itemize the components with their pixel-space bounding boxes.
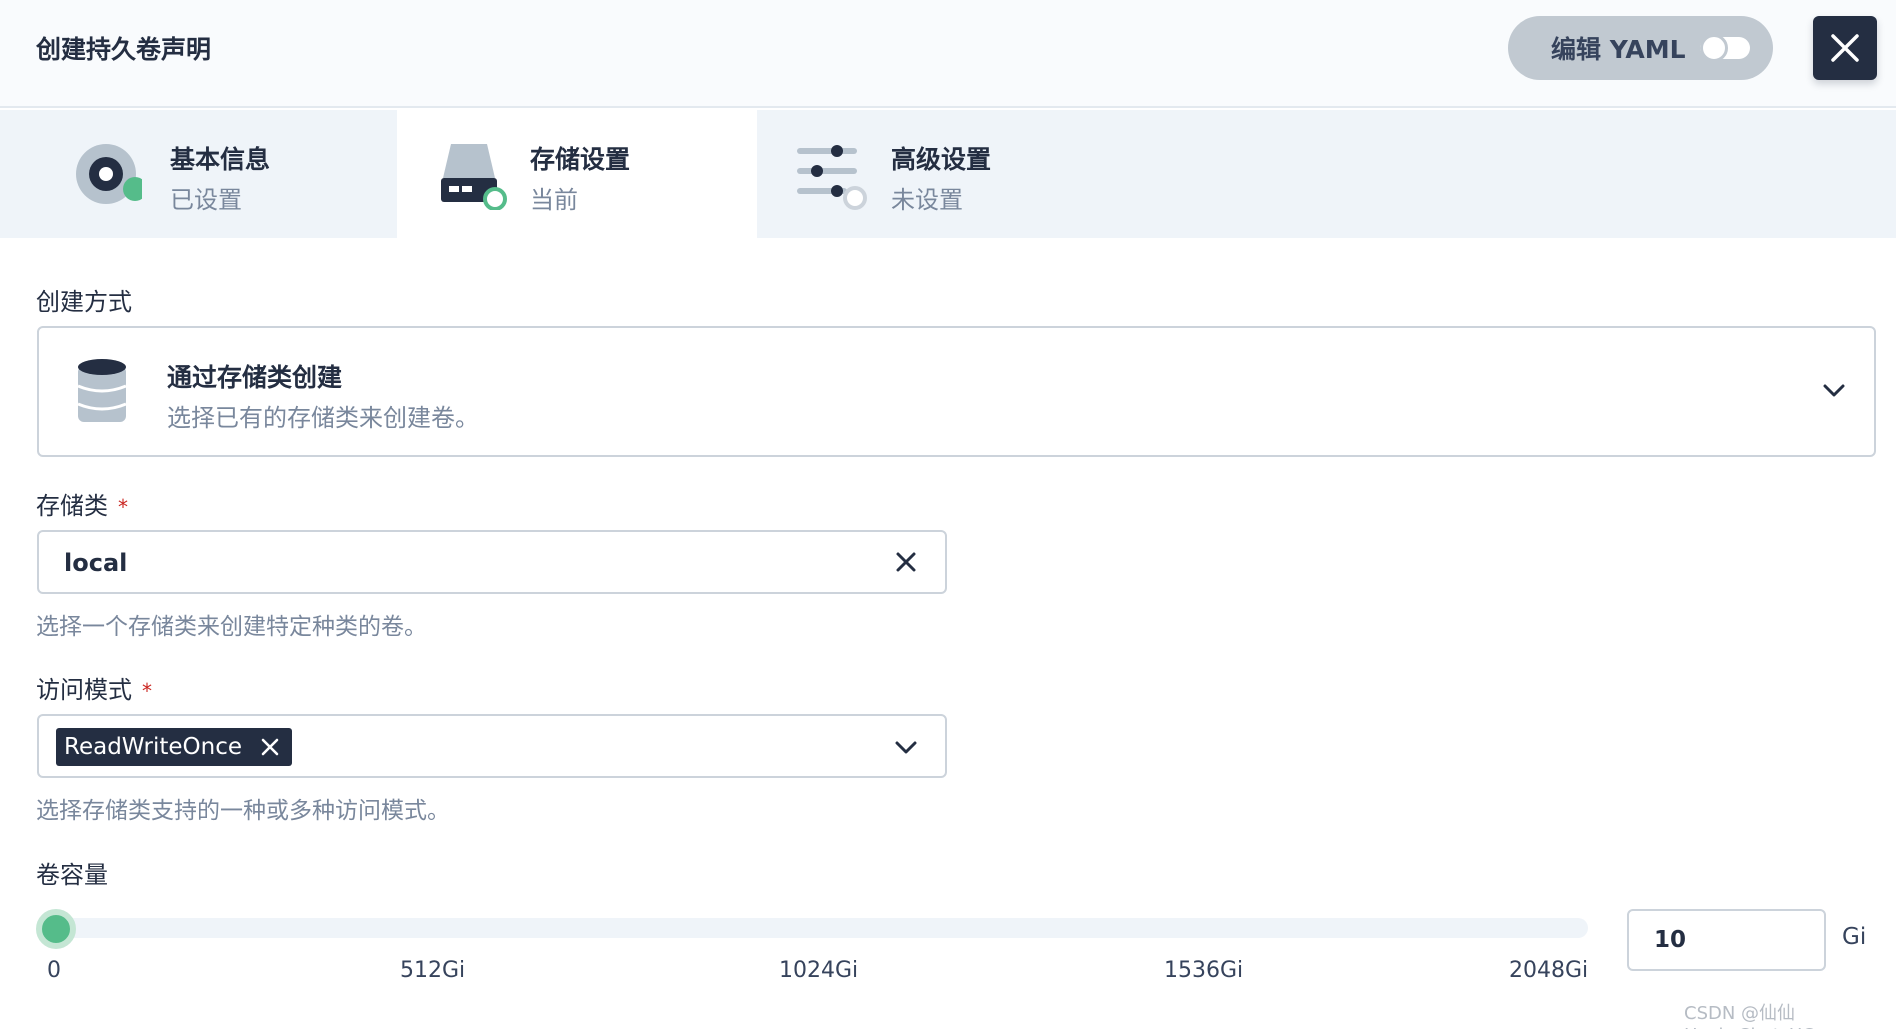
remove-tag-icon[interactable] — [260, 737, 280, 757]
chevron-down-icon — [1823, 384, 1845, 397]
access-mode-label: 访问模式 * — [36, 670, 152, 705]
capacity-slider-track[interactable] — [40, 918, 1588, 938]
storage-class-label-text: 存储类 — [36, 492, 108, 520]
disc-icon — [76, 144, 142, 204]
slider-tick: 2048Gi — [1509, 958, 1589, 983]
database-icon — [77, 359, 127, 422]
step-name: 基本信息 — [170, 145, 271, 174]
chevron-down-icon — [895, 741, 917, 754]
access-mode-tag: ReadWriteOnce — [56, 728, 292, 766]
capacity-slider-handle[interactable] — [36, 909, 76, 949]
step-basic-info[interactable]: 基本信息 已设置 — [0, 110, 396, 238]
watermark: CSDN @仙仙Hack_Chat_UC — [1684, 1003, 1815, 1029]
yaml-switch[interactable] — [1699, 34, 1750, 62]
slider-tick: 0 — [47, 958, 61, 983]
creation-method-select[interactable]: 通过存储类创建 选择已有的存储类来创建卷。 — [37, 326, 1876, 457]
required-mark: * — [118, 495, 128, 519]
storage-class-label: 存储类 * — [36, 486, 128, 521]
dialog-header: 创建持久卷声明 编辑 YAML — [0, 0, 1896, 108]
access-mode-select[interactable]: ReadWriteOnce — [37, 714, 947, 778]
storage-class-value: local — [64, 549, 128, 577]
clear-icon[interactable] — [894, 550, 918, 574]
step-status: 当前 — [530, 186, 578, 214]
access-mode-label-text: 访问模式 — [36, 676, 132, 704]
step-status: 已设置 — [170, 186, 242, 214]
creation-method-description: 选择已有的存储类来创建卷。 — [167, 404, 479, 432]
storage-class-hint: 选择一个存储类来创建特定种类的卷。 — [36, 614, 427, 640]
slider-tick: 1536Gi — [1164, 958, 1244, 983]
capacity-input[interactable]: 10 — [1627, 909, 1826, 971]
close-icon — [1831, 34, 1859, 62]
step-name: 存储设置 — [530, 145, 631, 174]
step-status: 未设置 — [891, 186, 963, 214]
access-mode-tag-label: ReadWriteOnce — [64, 734, 242, 760]
wizard-steps: 基本信息 已设置 存储设置 当前 高级设置 未设置 — [0, 110, 1896, 238]
capacity-label: 卷容量 — [36, 861, 108, 889]
hard-drive-icon — [441, 144, 507, 210]
slider-tick: 1024Gi — [779, 958, 859, 983]
yaml-switch-knob — [1699, 34, 1728, 62]
required-mark: * — [142, 679, 152, 703]
capacity-unit: Gi — [1842, 924, 1867, 950]
storage-class-select[interactable]: local — [37, 530, 947, 594]
edit-yaml-label: 编辑 YAML — [1551, 35, 1686, 64]
access-mode-hint: 选择存储类支持的一种或多种访问模式。 — [36, 798, 450, 824]
slider-tick: 512Gi — [400, 958, 466, 983]
capacity-value: 10 — [1654, 927, 1687, 953]
creation-method-label: 创建方式 — [36, 288, 132, 316]
close-button[interactable] — [1813, 16, 1877, 80]
step-advanced-settings[interactable]: 高级设置 未设置 — [757, 110, 1137, 238]
step-name: 高级设置 — [891, 145, 992, 174]
creation-method-title: 通过存储类创建 — [167, 363, 343, 392]
step-storage-settings[interactable]: 存储设置 当前 — [397, 110, 757, 238]
sliders-icon — [797, 145, 867, 210]
edit-yaml-toggle[interactable]: 编辑 YAML — [1508, 16, 1773, 80]
dialog-title: 创建持久卷声明 — [36, 35, 212, 64]
